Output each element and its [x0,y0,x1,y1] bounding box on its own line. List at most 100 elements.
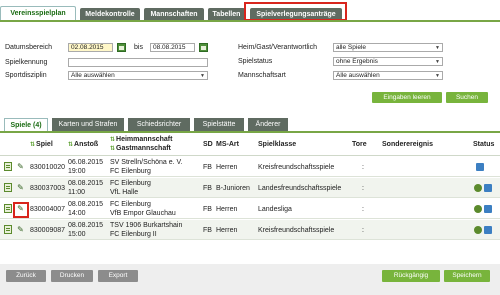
away-team: VfL Halle [110,189,139,196]
spielstatus-value: ohne Ergebnis [336,58,378,65]
status-icon [476,163,484,171]
match-time: 19:00 [68,168,86,175]
col-sd: SD [203,141,213,148]
spielklasse-value: Kreisfreundschaftsspiele [258,164,335,171]
table-row[interactable]: ✎ 830004007 08.08.2015 14:00 FC Eilenbur… [0,199,500,219]
status-icon [484,226,492,234]
chevron-down-icon: ▼ [435,73,440,79]
undo-button[interactable]: Rückgängig [382,270,440,282]
sportdisziplin-select[interactable]: Alle auswählen ▼ [68,71,208,80]
spiel-number[interactable]: 830009087 [30,226,65,235]
sd-value: FB [203,185,212,192]
match-date: 06.08.2015 [68,159,104,166]
spielstatus-select[interactable]: ohne Ergebnis ▼ [333,57,443,66]
col-gast[interactable]: ⇅Gastmannschaft [110,145,171,152]
chevron-down-icon: ▼ [435,45,440,51]
ms-art-value: Herren [216,206,238,213]
mannschaftsart-value: Alle auswählen [336,72,380,79]
score-value: : [362,164,364,171]
sub-tab-bar: Spiele (4) Karten und Strafen Schiedsric… [0,118,500,132]
spielstatus-label: Spielstatus [238,58,273,65]
mannschaftsart-select[interactable]: Alle auswählen ▼ [333,71,443,80]
sportdisziplin-label: Sportdisziplin [5,72,47,79]
edit-icon[interactable]: ✎ [16,225,25,234]
chevron-down-icon: ▼ [200,73,205,79]
status-icon [484,184,492,192]
report-icon[interactable] [4,204,12,213]
datumsbereich-label: Datumsbereich [5,44,53,51]
tab-spielstaette[interactable]: Spielstätte [194,118,244,131]
tab-schiedsrichter[interactable]: Schiedsrichter [128,118,190,131]
calendar-icon[interactable] [199,43,208,52]
col-status: Status [473,141,495,148]
status-icon [484,205,492,213]
print-button[interactable]: Drucken [51,270,93,282]
table-row[interactable]: ✎ 830037003 08.08.2015 11:00 FC Eilenbur… [0,178,500,198]
sub-tab-underline [0,131,500,133]
report-icon[interactable] [4,225,12,234]
score-value: : [362,227,364,234]
date-to-input[interactable]: 08.08.2015 [150,43,195,52]
table-row[interactable]: ✎ 830009087 08.08.2015 15:00 TSV 1906 Bu… [0,220,500,240]
edit-icon[interactable]: ✎ [16,162,25,171]
tab-karten-strafen[interactable]: Karten und Strafen [52,118,124,131]
col-tore: Tore [352,141,367,148]
sd-value: FB [203,227,212,234]
status-icon [474,226,482,234]
away-team: FC Eilenburg [110,168,151,175]
col-sonderereignis: Sonderereignis [382,141,433,148]
home-team: FC Eilenburg [110,180,151,187]
calendar-icon[interactable] [117,43,126,52]
clear-inputs-button[interactable]: Eingaben leeren [372,92,442,103]
edit-icon[interactable]: ✎ [16,183,25,192]
col-spiel[interactable]: ⇅Spiel [30,141,53,148]
tab-vereinsspielplan[interactable]: Vereinsspielplan [0,6,76,21]
heim-gast-select[interactable]: alle Spiele ▼ [333,43,443,52]
match-date: 08.08.2015 [68,222,104,229]
save-button[interactable]: Speichern [444,270,490,282]
away-team: VfB Empor Glauchau [110,210,176,217]
export-button[interactable]: Export [98,270,138,282]
col-ms-art: MS-Art [216,141,239,148]
match-time: 11:00 [68,189,85,196]
table-header: ⇅Spiel ⇅Anstoß ⇅Heimmannschaft ⇅Gastmann… [0,134,500,156]
home-team: TSV 1906 Burkartshain [110,222,183,229]
sd-value: FB [203,206,212,213]
sort-icon: ⇅ [110,137,116,143]
col-anstoss[interactable]: ⇅Anstoß [68,141,98,148]
spielklasse-value: Landesliga [258,206,292,213]
highlight-box [13,202,29,218]
filter-panel: Datumsbereich 02.08.2015 bis 08.08.2015 … [0,22,500,110]
search-button[interactable]: Suchen [446,92,488,103]
away-team: FC Eilenburg II [110,231,157,238]
col-heim[interactable]: ⇅Heimmannschaft [110,136,172,143]
ms-art-value: Herren [216,164,238,171]
ms-art-value: Herren [216,227,238,234]
spiel-number[interactable]: 830037003 [30,184,65,193]
report-icon[interactable] [4,183,12,192]
tab-spiele[interactable]: Spiele (4) [4,118,48,132]
report-icon[interactable] [4,162,12,171]
heim-gast-label: Heim/Gast/Verantwortlich [238,44,317,51]
spiel-number[interactable]: 830004007 [30,205,65,214]
score-value: : [362,206,364,213]
match-time: 14:00 [68,210,86,217]
bis-label: bis [134,44,143,51]
highlight-box [244,2,347,21]
spiel-number[interactable]: 830010020 [30,163,65,172]
spielkennung-input[interactable] [68,58,208,67]
score-value: : [362,185,364,192]
match-time: 15:00 [68,231,86,238]
tab-aenderer[interactable]: Änderer [248,118,288,131]
sort-icon: ⇅ [68,142,74,148]
col-spielklasse: Spielklasse [258,141,297,148]
sd-value: FB [203,164,212,171]
table-row[interactable]: ✎ 830010020 06.08.2015 19:00 SV Strelln/… [0,157,500,177]
home-team: SV Strelln/Schöna e. V. [110,159,183,166]
back-button[interactable]: Zurück [6,270,46,282]
home-team: FC Eilenburg [110,201,151,208]
sportdisziplin-value: Alle auswählen [71,72,115,79]
date-from-input[interactable]: 02.08.2015 [68,43,113,52]
spielkennung-label: Spielkennung [5,59,48,66]
match-date: 08.08.2015 [68,201,104,208]
